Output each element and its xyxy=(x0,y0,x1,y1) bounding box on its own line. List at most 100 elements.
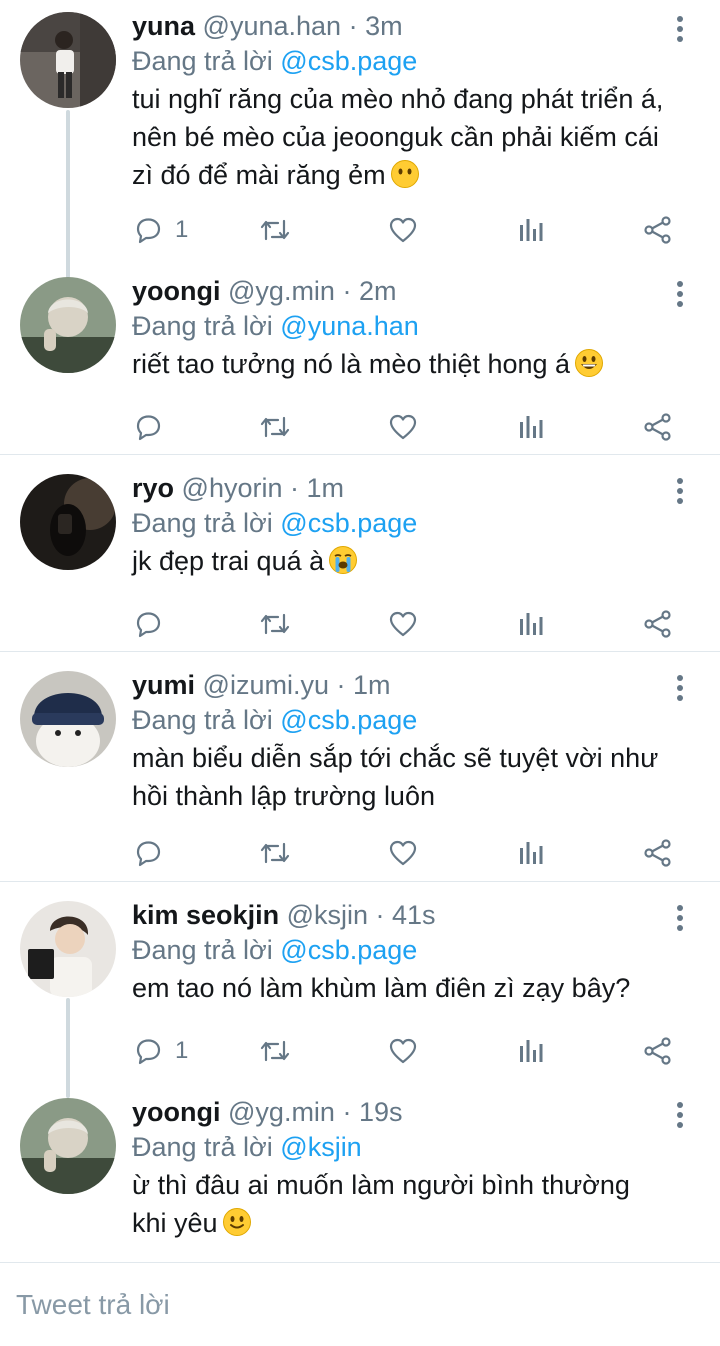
tweet-ryo[interactable]: ryo @hyorin · 1m Đang trả lời @csb.page … xyxy=(0,462,720,652)
reply-icon xyxy=(136,612,161,638)
like-button[interactable] xyxy=(388,606,418,642)
display-name[interactable]: ryo xyxy=(132,473,174,503)
handle[interactable]: @hyorin xyxy=(182,473,283,503)
tweet-yumi[interactable]: yumi @izumi.yu · 1m Đang trả lời @csb.pa… xyxy=(0,659,720,882)
stats-icon xyxy=(520,613,543,635)
reply-context: Đang trả lời @ksjin xyxy=(132,1129,362,1165)
share-button[interactable] xyxy=(643,409,673,445)
display-name[interactable]: yuna xyxy=(132,11,195,41)
display-name[interactable]: yumi xyxy=(132,670,195,700)
text-line-with-emoji: jk đẹp trai quá à xyxy=(132,542,702,580)
handle[interactable]: @yuna.han xyxy=(203,11,342,41)
retweet-button[interactable] xyxy=(258,1033,292,1069)
avatar[interactable] xyxy=(20,1098,116,1194)
share-button[interactable] xyxy=(643,212,673,248)
tweet-header: yumi @izumi.yu · 1m xyxy=(132,667,391,703)
avatar[interactable] xyxy=(20,671,116,767)
mention-link[interactable]: @csb.page xyxy=(280,508,417,538)
tweet-yoongi-2[interactable]: yoongi @yg.min · 19s Đang trả lời @ksjin… xyxy=(0,1086,720,1261)
more-icon[interactable] xyxy=(670,673,690,703)
tweet-yoongi[interactable]: yoongi @yg.min · 2m Đang trả lời @yuna.h… xyxy=(0,265,720,455)
timestamp[interactable]: · 19s xyxy=(342,1097,402,1127)
tweet-header: ryo @hyorin · 1m xyxy=(132,470,344,506)
more-icon[interactable] xyxy=(670,14,690,44)
share-button[interactable] xyxy=(643,1033,673,1069)
reply-button[interactable]: 1 xyxy=(133,1033,188,1069)
mention-link[interactable]: @csb.page xyxy=(280,705,417,735)
more-icon[interactable] xyxy=(670,1100,690,1130)
stats-button[interactable] xyxy=(517,212,545,248)
more-icon[interactable] xyxy=(670,903,690,933)
handle[interactable]: @ksjin xyxy=(287,900,368,930)
stats-icon xyxy=(520,1040,543,1062)
tweet-header: kim seokjin @ksjin · 41s xyxy=(132,897,436,933)
text-line: tui nghĩ răng của mèo nhỏ đang phát triể… xyxy=(132,84,664,114)
display-name[interactable]: yoongi xyxy=(132,276,221,306)
no-mouth-face-emoji xyxy=(390,159,420,189)
reply-button[interactable] xyxy=(133,409,175,445)
reply-button[interactable] xyxy=(133,835,175,871)
timestamp[interactable]: · 1m xyxy=(337,670,391,700)
reply-icon xyxy=(136,1039,161,1065)
retweet-button[interactable] xyxy=(258,409,292,445)
like-button[interactable] xyxy=(388,835,418,871)
share-button[interactable] xyxy=(643,835,673,871)
timestamp[interactable]: · 41s xyxy=(376,900,436,930)
reply-label: Đang trả lời xyxy=(132,508,273,538)
text-line: màn biểu diễn sắp tới chắc sẽ tuyệt vời … xyxy=(132,743,659,773)
share-icon xyxy=(644,1037,671,1065)
mention-link[interactable]: @ksjin xyxy=(280,1132,361,1162)
retweet-button[interactable] xyxy=(258,212,292,248)
timestamp[interactable]: · 1m xyxy=(290,473,344,503)
tweet-kim-seokjin[interactable]: kim seokjin @ksjin · 41s Đang trả lời @c… xyxy=(0,889,720,1079)
stats-button[interactable] xyxy=(517,835,545,871)
grinning-face-emoji xyxy=(574,348,604,378)
reply-composer xyxy=(0,1262,720,1346)
stats-button[interactable] xyxy=(517,606,545,642)
stats-icon xyxy=(520,416,543,438)
more-icon[interactable] xyxy=(670,476,690,506)
reply-label: Đang trả lời xyxy=(132,46,273,76)
stats-button[interactable] xyxy=(517,1033,545,1069)
tweet-yuna[interactable]: yuna @yuna.han · 3m Đang trả lời @csb.pa… xyxy=(0,0,720,260)
timestamp[interactable]: · 3m xyxy=(349,11,403,41)
like-icon xyxy=(389,414,417,440)
retweet-icon xyxy=(260,416,290,438)
mention-link[interactable]: @csb.page xyxy=(280,46,417,76)
tweet-text: riết tao tưởng nó là mèo thiệt hong á xyxy=(132,345,702,383)
avatar[interactable] xyxy=(20,277,116,373)
reply-icon xyxy=(136,841,161,867)
stats-button[interactable] xyxy=(517,409,545,445)
avatar[interactable] xyxy=(20,12,116,108)
retweet-button[interactable] xyxy=(258,835,292,871)
reply-button[interactable]: 1 xyxy=(133,212,188,248)
handle[interactable]: @yg.min xyxy=(228,276,335,306)
avatar-image xyxy=(20,277,116,373)
more-icon[interactable] xyxy=(670,279,690,309)
text-line: nên bé mèo của jeoonguk cần phải kiếm cá… xyxy=(132,122,659,152)
like-icon xyxy=(389,840,417,866)
handle[interactable]: @izumi.yu xyxy=(203,670,329,700)
display-name[interactable]: kim seokjin xyxy=(132,900,279,930)
handle[interactable]: @yg.min xyxy=(228,1097,335,1127)
tweet-actions xyxy=(0,835,720,871)
like-button[interactable] xyxy=(388,1033,418,1069)
avatar[interactable] xyxy=(20,901,116,997)
like-button[interactable] xyxy=(388,212,418,248)
mention-link[interactable]: @csb.page xyxy=(280,935,417,965)
reply-context: Đang trả lời @csb.page xyxy=(132,43,417,79)
text-line-with-emoji: riết tao tưởng nó là mèo thiệt hong á xyxy=(132,345,702,383)
timestamp[interactable]: · 2m xyxy=(342,276,396,306)
mention-link[interactable]: @yuna.han xyxy=(280,311,419,341)
avatar-image xyxy=(20,474,116,570)
reply-input[interactable] xyxy=(16,1285,706,1325)
stats-icon xyxy=(520,842,543,864)
stats-icon xyxy=(520,219,543,241)
display-name[interactable]: yoongi xyxy=(132,1097,221,1127)
avatar[interactable] xyxy=(20,474,116,570)
like-button[interactable] xyxy=(388,409,418,445)
retweet-button[interactable] xyxy=(258,606,292,642)
share-button[interactable] xyxy=(643,606,673,642)
reply-button[interactable] xyxy=(133,606,175,642)
share-icon xyxy=(644,413,671,441)
